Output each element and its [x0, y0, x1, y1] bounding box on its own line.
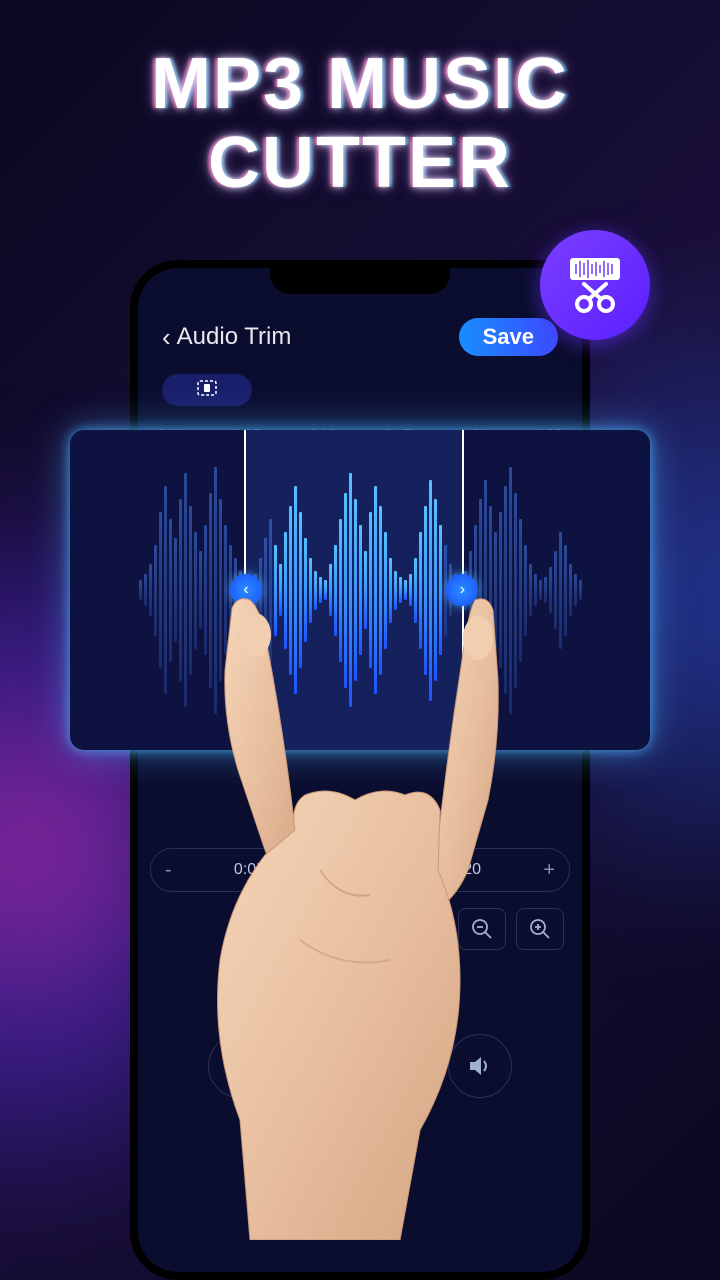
phone-notch [270, 268, 450, 294]
time-controls: - 0:05 + - 0:20 + [150, 848, 570, 892]
start-time-value: 0:05 [234, 861, 265, 879]
end-time-value: 0:20 [450, 861, 481, 879]
screen-title: Audio Trim [177, 323, 292, 351]
trim-selection[interactable]: ‹ › [244, 430, 464, 750]
start-time-control: - 0:05 + [150, 848, 354, 892]
play-icon [349, 1048, 377, 1084]
end-time-control: - 0:20 + [366, 848, 570, 892]
volume-button[interactable] [448, 1034, 512, 1098]
player-controls [138, 1018, 582, 1114]
waveform-editor[interactable]: ‹ › [70, 430, 650, 750]
zoom-out-button[interactable] [458, 908, 506, 950]
start-minus-button[interactable]: - [165, 859, 172, 882]
zoom-controls [458, 908, 564, 950]
volume-icon [466, 1052, 494, 1080]
restart-button[interactable] [208, 1034, 272, 1098]
trim-handle-left[interactable]: ‹ [230, 574, 262, 606]
crop-icon [197, 380, 217, 401]
promo-line1: MP3 MUSIC [0, 45, 720, 124]
phone-frame: ‹ Audio Trim Save 0:00 0:05 0:10 0:15 0:… [130, 260, 590, 1280]
end-minus-button[interactable]: - [381, 859, 388, 882]
trim-handle-right[interactable]: › [446, 574, 478, 606]
play-button[interactable] [312, 1018, 408, 1114]
promo-line2: CUTTER [0, 124, 720, 203]
chevron-left-icon: ‹ [162, 322, 171, 353]
promo-title: MP3 MUSIC CUTTER [0, 0, 720, 203]
end-plus-button[interactable]: + [543, 859, 555, 882]
feature-badge [540, 230, 650, 340]
restart-icon [226, 1052, 254, 1080]
zoom-out-icon [471, 918, 493, 940]
zoom-in-button[interactable] [516, 908, 564, 950]
cut-audio-icon [560, 250, 630, 320]
trim-mode-toggle[interactable] [162, 374, 252, 406]
save-button[interactable]: Save [459, 318, 558, 356]
start-plus-button[interactable]: + [327, 859, 339, 882]
zoom-in-icon [529, 918, 551, 940]
back-button[interactable]: ‹ Audio Trim [162, 322, 291, 353]
